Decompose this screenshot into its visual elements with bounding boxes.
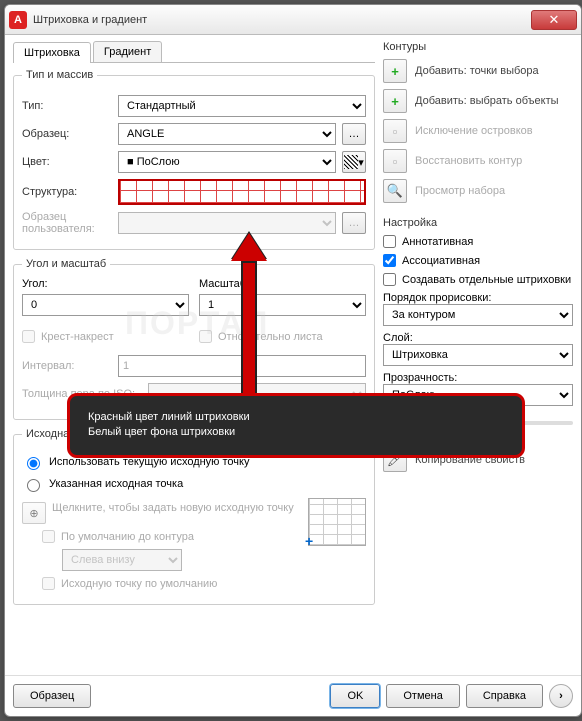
settings-title: Настройка bbox=[383, 217, 573, 229]
viewset-label: Просмотр набора bbox=[415, 185, 505, 197]
userpattern-label: Образец пользователя: bbox=[22, 211, 112, 235]
add-points-label[interactable]: Добавить: точки выбора bbox=[415, 65, 539, 77]
restore-label: Восстановить контур bbox=[415, 155, 522, 167]
pick-origin-hint: Щелкните, чтобы задать новую исходную то… bbox=[52, 502, 294, 514]
default-to-label: По умолчанию до контура bbox=[61, 531, 194, 543]
tab-hatch[interactable]: Штриховка bbox=[13, 42, 91, 63]
interval-label: Интервал: bbox=[22, 360, 112, 372]
structure-preview[interactable] bbox=[118, 179, 366, 205]
separate-label: Создавать отдельные штриховки bbox=[402, 274, 571, 286]
restore-icon: ▫ bbox=[383, 149, 407, 173]
layer-select[interactable]: Штриховка bbox=[383, 344, 573, 366]
userpattern-browse-button: … bbox=[342, 212, 366, 234]
dialog-window: A Штриховка и градиент ✕ Штриховка Гради… bbox=[4, 4, 582, 717]
pattern-select[interactable]: ANGLE bbox=[118, 123, 336, 145]
origin-specified-radio[interactable] bbox=[27, 479, 40, 492]
order-select[interactable]: За контуром bbox=[383, 304, 573, 326]
footer: Образец OK Отмена Справка › bbox=[5, 675, 581, 716]
color-select[interactable]: ■ ПоСлою bbox=[118, 151, 336, 173]
origin-position-select: Слева внизу bbox=[62, 549, 182, 571]
angle-label: Угол: bbox=[22, 278, 189, 290]
type-section: Тип и массив Тип: Стандартный Образец: A… bbox=[13, 69, 375, 250]
layer-label: Слой: bbox=[383, 332, 573, 344]
default-origin-label: Исходную точку по умолчанию bbox=[61, 578, 217, 590]
angle-select[interactable]: 0 bbox=[22, 294, 189, 316]
relative-checkbox bbox=[199, 330, 212, 343]
pick-origin-button: ⊕ bbox=[22, 502, 46, 524]
pattern-browse-button[interactable]: … bbox=[342, 123, 366, 145]
default-origin-checkbox bbox=[42, 577, 55, 590]
window-title: Штриховка и градиент bbox=[33, 14, 531, 26]
default-to-checkbox bbox=[42, 530, 55, 543]
tab-bar: Штриховка Градиент bbox=[13, 41, 375, 63]
viewset-icon: 🔍 bbox=[383, 179, 407, 203]
cross-label: Крест-накрест bbox=[41, 331, 114, 343]
origin-current-radio[interactable] bbox=[27, 457, 40, 470]
scale-label: Масштаб: bbox=[199, 278, 366, 290]
expand-button[interactable]: › bbox=[549, 684, 573, 708]
cross-checkbox bbox=[22, 330, 35, 343]
pattern-label: Образец: bbox=[22, 128, 112, 140]
order-label: Порядок прорисовки: bbox=[383, 292, 573, 304]
annotative-label: Аннотативная bbox=[402, 236, 473, 248]
type-select[interactable]: Стандартный bbox=[118, 95, 366, 117]
exclude-icon: ▫ bbox=[383, 119, 407, 143]
close-button[interactable]: ✕ bbox=[531, 10, 577, 30]
titlebar: A Штриховка и градиент ✕ bbox=[5, 5, 581, 35]
annotative-checkbox[interactable] bbox=[383, 235, 396, 248]
hatch-swatch-icon bbox=[344, 155, 358, 169]
userpattern-select bbox=[118, 212, 336, 234]
callout-line2: Белый цвет фона штриховки bbox=[88, 425, 504, 440]
separate-checkbox[interactable] bbox=[383, 273, 396, 286]
type-label: Тип: bbox=[22, 100, 112, 112]
structure-label: Структура: bbox=[22, 186, 112, 198]
callout-box: Красный цвет линий штриховки Белый цвет … bbox=[67, 393, 525, 458]
help-button[interactable]: Справка bbox=[466, 684, 543, 708]
origin-current-label: Использовать текущую исходную точку bbox=[49, 456, 249, 468]
contours-section: Контуры + Добавить: точки выбора + Добавит… bbox=[383, 41, 573, 203]
callout-line1: Красный цвет линий штриховки bbox=[88, 410, 504, 425]
ok-button[interactable]: OK bbox=[330, 684, 380, 708]
tab-gradient[interactable]: Градиент bbox=[93, 41, 162, 62]
add-select-icon[interactable]: + bbox=[383, 89, 407, 113]
contours-title: Контуры bbox=[383, 41, 573, 53]
type-legend: Тип и массив bbox=[22, 69, 97, 81]
cancel-button[interactable]: Отмена bbox=[386, 684, 459, 708]
color-label: Цвет: bbox=[22, 156, 112, 168]
origin-preview bbox=[308, 498, 366, 546]
add-points-icon[interactable]: + bbox=[383, 59, 407, 83]
angle-legend: Угол и масштаб bbox=[22, 258, 110, 270]
exclude-label: Исключение островков bbox=[415, 125, 533, 137]
preview-button[interactable]: Образец bbox=[13, 684, 91, 708]
app-icon: A bbox=[9, 11, 27, 29]
scale-select[interactable]: 1 bbox=[199, 294, 366, 316]
transparency-label: Прозрачность: bbox=[383, 372, 573, 384]
origin-specified-label: Указанная исходная точка bbox=[49, 478, 183, 490]
color-bg-button[interactable]: ▾ bbox=[342, 151, 366, 173]
add-select-label[interactable]: Добавить: выбрать объекты bbox=[415, 95, 559, 107]
associative-label: Ассоциативная bbox=[402, 255, 480, 267]
associative-checkbox[interactable] bbox=[383, 254, 396, 267]
